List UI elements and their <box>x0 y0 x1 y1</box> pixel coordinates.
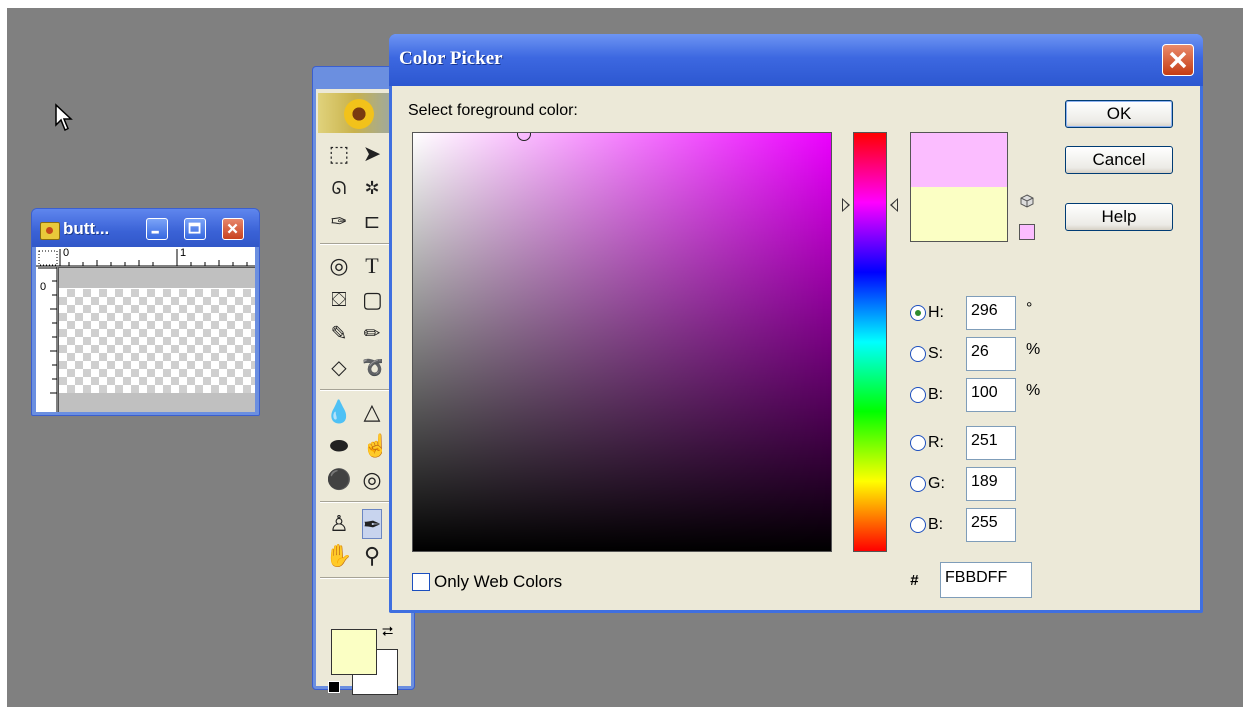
dialog-title: Color Picker <box>399 48 503 69</box>
document-icon <box>40 222 60 240</box>
sponge-tool-icon[interactable]: ⬬ <box>324 431 354 461</box>
maximize-button[interactable] <box>184 218 206 240</box>
document-canvas-area: 0 1 0 <box>36 247 255 412</box>
color-preview <box>910 132 1008 242</box>
ok-button[interactable]: OK <box>1065 100 1173 128</box>
blur-tool-icon[interactable]: 💧 <box>324 397 354 427</box>
move-tool-icon[interactable]: ➤ <box>362 139 382 169</box>
hue-unit: ° <box>1026 300 1033 317</box>
smudge-tool-icon[interactable]: ☝ <box>362 431 382 461</box>
hue-radio[interactable] <box>910 305 926 321</box>
rectangle-tool-icon[interactable]: ▢ <box>362 285 382 315</box>
brightness-radio[interactable] <box>910 387 926 403</box>
green-label: G: <box>928 475 945 492</box>
blue-input[interactable]: 255 <box>966 508 1016 542</box>
hue-slider[interactable] <box>853 132 887 552</box>
pasteboard-bottom <box>59 393 255 412</box>
zoom-tool-icon[interactable]: ⚲ <box>362 541 382 571</box>
close-icon <box>227 223 238 234</box>
document-window-titlebar[interactable]: butt... <box>32 209 259 247</box>
marquee-tool-icon[interactable]: ⬚ <box>324 139 354 169</box>
minimize-button[interactable] <box>146 218 168 240</box>
dialog-close-button[interactable] <box>1162 44 1194 76</box>
hue-input[interactable]: 296 <box>966 296 1016 330</box>
hand-tool-icon[interactable]: ✋ <box>324 541 354 571</box>
swap-colors-icon[interactable]: ⮂ <box>382 623 393 640</box>
stamp-tool-icon[interactable]: ♙ <box>324 509 354 539</box>
red-input[interactable]: 251 <box>966 426 1016 460</box>
brightness-input[interactable]: 100 <box>966 378 1016 412</box>
saturation-unit: % <box>1026 341 1041 358</box>
horizontal-ruler: 0 1 <box>36 247 255 268</box>
brightness-unit: % <box>1026 382 1041 399</box>
paint-bucket-tool-icon[interactable]: ⛋ <box>324 285 354 315</box>
mouse-cursor-icon <box>55 103 73 132</box>
brightness-label: B: <box>928 386 944 403</box>
magic-wand-tool-icon[interactable]: ✲ <box>362 173 382 203</box>
burn-tool-icon[interactable]: ⚫ <box>324 465 354 495</box>
dialog-body: Select foreground color: H: 296 ° S: 26 … <box>392 86 1200 610</box>
pasteboard-top <box>59 268 255 288</box>
vertical-ruler: 0 <box>36 267 59 412</box>
brush-tool-icon[interactable]: ✎ <box>324 319 354 349</box>
hex-input[interactable]: FBBDFF <box>940 562 1032 598</box>
brightness-gradient <box>413 133 831 551</box>
foreground-color-swatch[interactable] <box>331 629 377 675</box>
blue-label: B: <box>928 516 944 533</box>
document-window-title: butt... <box>63 219 110 238</box>
blue-radio[interactable] <box>910 517 926 533</box>
hex-label: # <box>910 572 919 589</box>
saturation-label: S: <box>928 345 944 362</box>
only-web-colors-label: Only Web Colors <box>434 572 563 591</box>
help-button[interactable]: Help <box>1065 203 1173 231</box>
close-icon <box>1169 51 1187 69</box>
only-web-colors-checkbox[interactable] <box>412 573 430 591</box>
speech-bubble-tool-icon[interactable]: ◎ <box>324 251 354 281</box>
minimize-icon <box>151 230 159 234</box>
saturation-input[interactable]: 26 <box>966 337 1016 371</box>
eraser-tool-icon[interactable]: ◇ <box>324 353 354 383</box>
dodge-tool-icon[interactable]: ◎ <box>362 465 382 495</box>
sunflower-logo-icon <box>344 99 374 129</box>
red-label: R: <box>928 434 944 451</box>
pencil-tool-icon[interactable]: ✏ <box>362 319 382 349</box>
new-color-swatch <box>911 133 1007 187</box>
select-color-prompt: Select foreground color: <box>408 102 578 119</box>
hue-label: H: <box>928 304 944 321</box>
transparent-canvas[interactable] <box>59 289 255 395</box>
hue-slider-left-arrow-icon[interactable] <box>842 198 850 212</box>
green-input[interactable]: 189 <box>966 467 1016 501</box>
lasso-tool-icon[interactable]: ᘏ <box>324 173 354 203</box>
close-button[interactable] <box>222 218 244 240</box>
green-radio[interactable] <box>910 476 926 492</box>
ruler-label-1: 1 <box>180 247 187 259</box>
current-color-swatch[interactable] <box>911 187 1007 241</box>
vertical-ruler-label-0: 0 <box>40 281 47 293</box>
ruler-label-0: 0 <box>63 247 70 259</box>
crop-tool-icon[interactable]: ⊏ <box>362 207 382 237</box>
color-picker-dialog[interactable]: Color Picker Select foreground color: H:… <box>389 34 1203 613</box>
eyedropper-tool-icon[interactable]: ✒ <box>362 509 382 539</box>
default-colors-icon[interactable] <box>328 681 340 693</box>
history-brush-tool-icon[interactable]: ➰ <box>362 353 382 383</box>
web-safe-color-swatch[interactable] <box>1019 224 1035 240</box>
color-picker-titlebar[interactable]: Color Picker <box>389 34 1203 86</box>
desktop: butt... 0 1 0 ⬚ ➤ ᘏ ✲ ✑ ⊏ ◎ T ⛋ ▢ ✎ ✏ ◇ … <box>7 8 1243 707</box>
maximize-icon <box>188 222 201 234</box>
type-tool-icon[interactable]: T <box>362 251 382 281</box>
saturation-brightness-field[interactable] <box>412 132 832 552</box>
sharpen-tool-icon[interactable]: △ <box>362 397 382 427</box>
cancel-button[interactable]: Cancel <box>1065 146 1173 174</box>
saturation-radio[interactable] <box>910 346 926 362</box>
cube-icon[interactable] <box>1020 194 1034 208</box>
red-radio[interactable] <box>910 435 926 451</box>
hue-slider-right-arrow-icon[interactable] <box>890 198 898 212</box>
document-window[interactable]: butt... 0 1 0 <box>31 208 260 416</box>
healing-brush-tool-icon[interactable]: ✑ <box>324 207 354 237</box>
